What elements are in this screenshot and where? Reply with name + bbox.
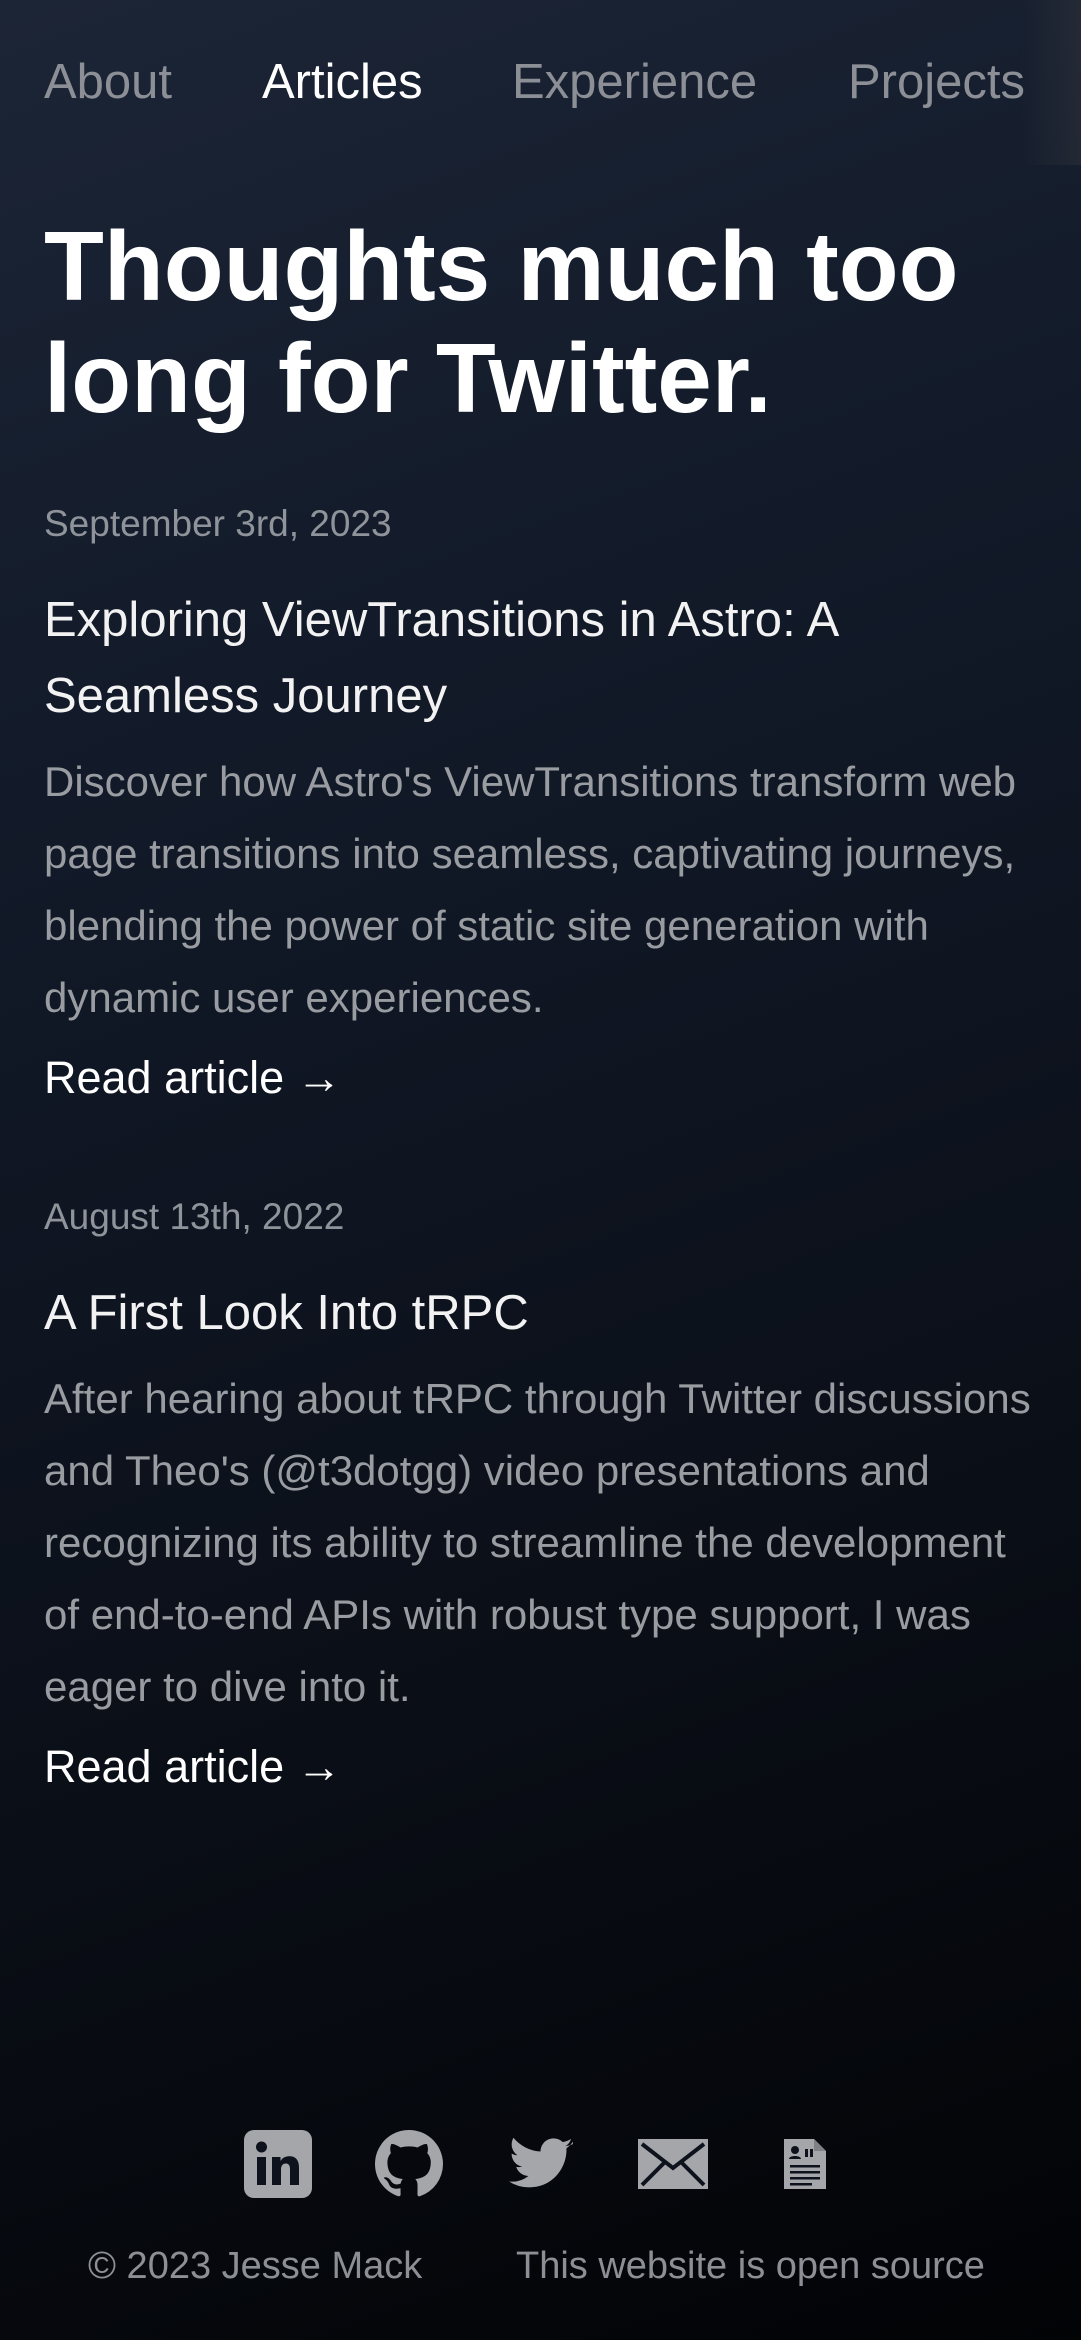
read-article-link[interactable]: Read article → [44,1737,342,1797]
article-description: Discover how Astro's ViewTransitions tra… [44,758,1017,1021]
github-link[interactable] [373,2128,445,2200]
twitter-icon [509,2137,573,2188]
copyright-text: © 2023 Jesse Mack [88,2245,423,2287]
nav-item-experience[interactable]: Experience [512,52,757,112]
article-date: August 13th, 2022 [44,1196,345,1237]
mail-icon [638,2139,708,2189]
top-navigation: About Articles Experience Projects [0,0,1081,165]
cv-document-icon [784,2139,826,2189]
email-link[interactable] [637,2128,709,2200]
nav-item-projects[interactable]: Projects [848,52,1025,112]
social-links [0,2128,1081,2200]
article-date: September 3rd, 2023 [44,503,392,544]
github-icon [375,2130,443,2197]
open-source-link[interactable]: This website is open source [516,2242,985,2290]
article-title[interactable]: Exploring ViewTransitions in Astro: A Se… [44,582,1044,734]
linkedin-icon [244,2130,312,2198]
article-description: After hearing about tRPC through Twitter… [44,1375,1031,1710]
nav-item-articles[interactable]: Articles [262,52,423,112]
read-article-link[interactable]: Read article → [44,1048,342,1108]
linkedin-link[interactable] [242,2128,314,2200]
nav-scroll-fade [1021,0,1081,165]
resume-link[interactable] [769,2128,841,2200]
nav-item-about[interactable]: About [44,52,172,112]
page-title: Thoughts much too long for Twitter. [44,211,959,433]
article-title[interactable]: A First Look Into tRPC [44,1275,1044,1351]
article-card: September 3rd, 2023 Exploring ViewTransi… [44,502,1044,1108]
twitter-link[interactable] [505,2128,577,2200]
article-card: August 13th, 2022 A First Look Into tRPC… [44,1195,1044,1797]
